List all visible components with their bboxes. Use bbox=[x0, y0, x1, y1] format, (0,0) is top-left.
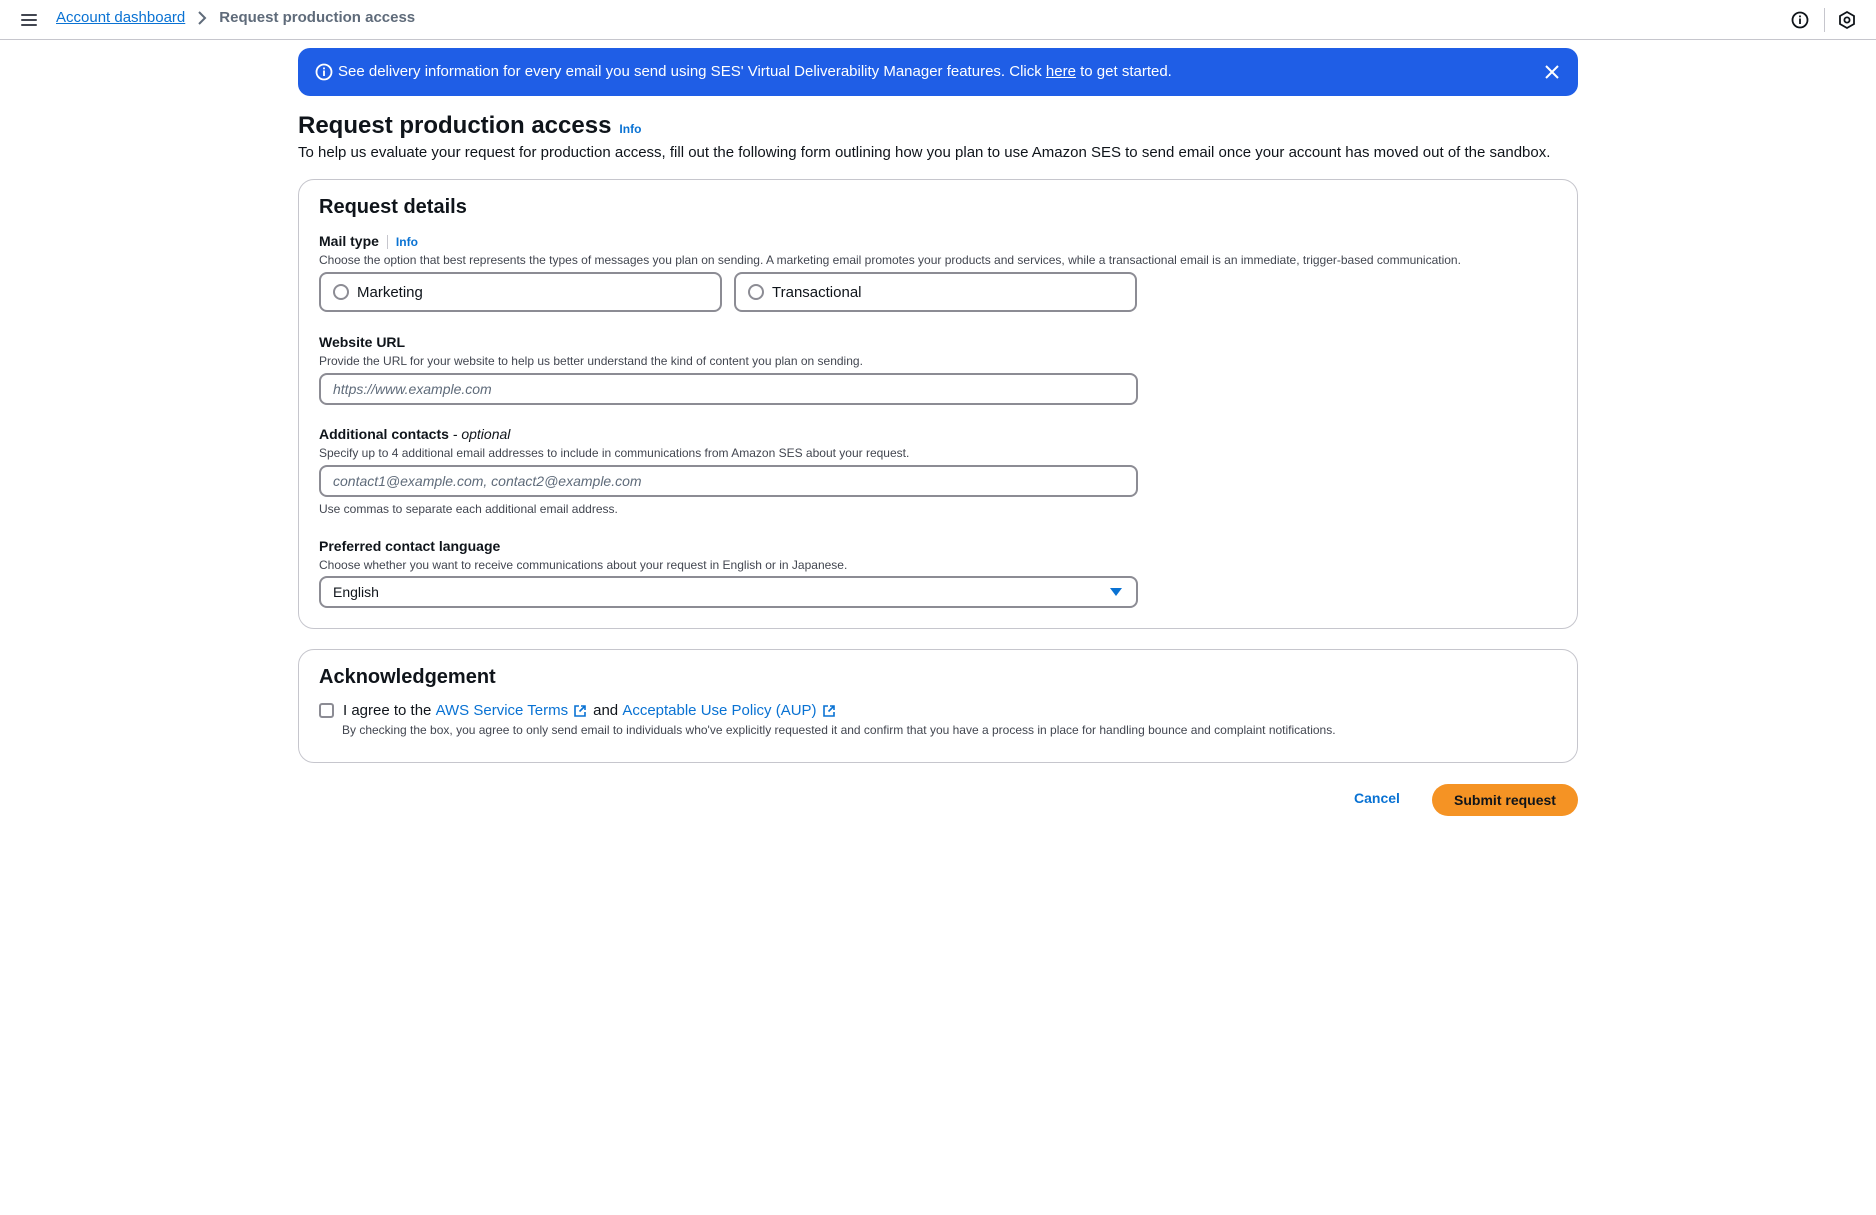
acknowledgement-header: Acknowledgement bbox=[319, 666, 496, 688]
vdm-info-banner: See delivery information for every email… bbox=[298, 48, 1578, 96]
preferred-language-label: Preferred contact language bbox=[319, 538, 501, 554]
external-link-icon bbox=[822, 704, 835, 717]
external-link-icon bbox=[574, 704, 586, 717]
banner-message: See delivery information for every email… bbox=[338, 63, 1172, 80]
mail-type-label: Mail type Info bbox=[319, 233, 418, 250]
additional-contacts-placeholder: contact1@example.com, contact2@example.c… bbox=[333, 473, 642, 489]
additional-contacts-label: Additional contacts - optional bbox=[319, 426, 510, 442]
top-navigation-bar: Account dashboard Request production acc… bbox=[0, 0, 1876, 40]
settings-icon[interactable] bbox=[1837, 10, 1857, 30]
aws-service-terms-link[interactable]: AWS Service Terms bbox=[436, 702, 569, 719]
marketing-label: Marketing bbox=[357, 283, 423, 301]
page-description: To help us evaluate your request for pro… bbox=[298, 144, 1551, 161]
label-divider bbox=[386, 235, 388, 250]
mail-type-label-text: Mail type bbox=[319, 233, 379, 249]
mail-type-transactional-tile[interactable]: Transactional bbox=[734, 272, 1137, 312]
acceptable-use-policy-link[interactable]: Acceptable Use Policy (AUP) bbox=[622, 702, 816, 719]
acknowledgement-checkbox-row: I agree to the AWS Service Terms and Acce… bbox=[319, 702, 842, 719]
mail-type-info-link[interactable]: Info bbox=[396, 235, 418, 249]
acknowledgement-description: By checking the box, you agree to only s… bbox=[342, 723, 1336, 737]
page-title: Request production access bbox=[298, 112, 612, 139]
menu-icon[interactable] bbox=[19, 10, 39, 30]
website-url-label: Website URL bbox=[319, 334, 406, 350]
close-icon[interactable] bbox=[1542, 62, 1562, 82]
website-url-description: Provide the URL for your website to help… bbox=[319, 354, 863, 368]
breadcrumb-current: Request production access bbox=[219, 9, 416, 26]
banner-text-after: to get started. bbox=[1075, 63, 1172, 80]
info-icon[interactable] bbox=[1790, 10, 1810, 30]
transactional-radio[interactable] bbox=[748, 284, 764, 300]
cancel-button[interactable]: Cancel bbox=[1354, 790, 1400, 806]
request-details-header: Request details bbox=[319, 196, 467, 218]
additional-contacts-input[interactable]: contact1@example.com, contact2@example.c… bbox=[319, 465, 1138, 497]
marketing-radio[interactable] bbox=[333, 284, 349, 300]
optional-tag: - optional bbox=[452, 426, 511, 442]
additional-contacts-description: Specify up to 4 additional email address… bbox=[319, 446, 910, 460]
website-url-placeholder: https://www.example.com bbox=[333, 381, 492, 397]
caret-down-icon bbox=[1110, 588, 1122, 596]
breadcrumb: Account dashboard Request production acc… bbox=[56, 9, 415, 26]
website-url-input[interactable]: https://www.example.com bbox=[319, 373, 1138, 405]
additional-contacts-label-text: Additional contacts bbox=[319, 426, 449, 442]
preferred-language-value: English bbox=[333, 584, 379, 600]
mail-type-description: Choose the option that best represents t… bbox=[319, 253, 1461, 267]
banner-text-before: See delivery information for every email… bbox=[338, 63, 1046, 80]
preferred-language-select[interactable]: English bbox=[319, 576, 1138, 608]
acknowledgement-container: Acknowledgement I agree to the AWS Servi… bbox=[298, 649, 1578, 763]
transactional-label: Transactional bbox=[772, 283, 862, 301]
agree-prefix: I agree to the bbox=[343, 702, 432, 719]
breadcrumb-account-dashboard[interactable]: Account dashboard bbox=[56, 9, 185, 26]
additional-contacts-constraint: Use commas to separate each additional e… bbox=[319, 502, 618, 516]
request-details-container: Request details Mail type Info Choose the… bbox=[298, 179, 1578, 629]
info-icon bbox=[315, 63, 333, 81]
mail-type-marketing-tile[interactable]: Marketing bbox=[319, 272, 722, 312]
preferred-language-description: Choose whether you want to receive commu… bbox=[319, 558, 848, 572]
agree-checkbox[interactable] bbox=[319, 703, 334, 718]
submit-request-button[interactable]: Submit request bbox=[1432, 784, 1578, 816]
banner-here-link[interactable]: here bbox=[1046, 63, 1076, 80]
page-info-link[interactable]: Info bbox=[619, 122, 641, 136]
page-header: Request production access Info bbox=[298, 112, 641, 140]
and-text: and bbox=[593, 702, 619, 719]
chevron-right-icon bbox=[198, 10, 207, 25]
topbar-divider bbox=[1824, 8, 1825, 32]
